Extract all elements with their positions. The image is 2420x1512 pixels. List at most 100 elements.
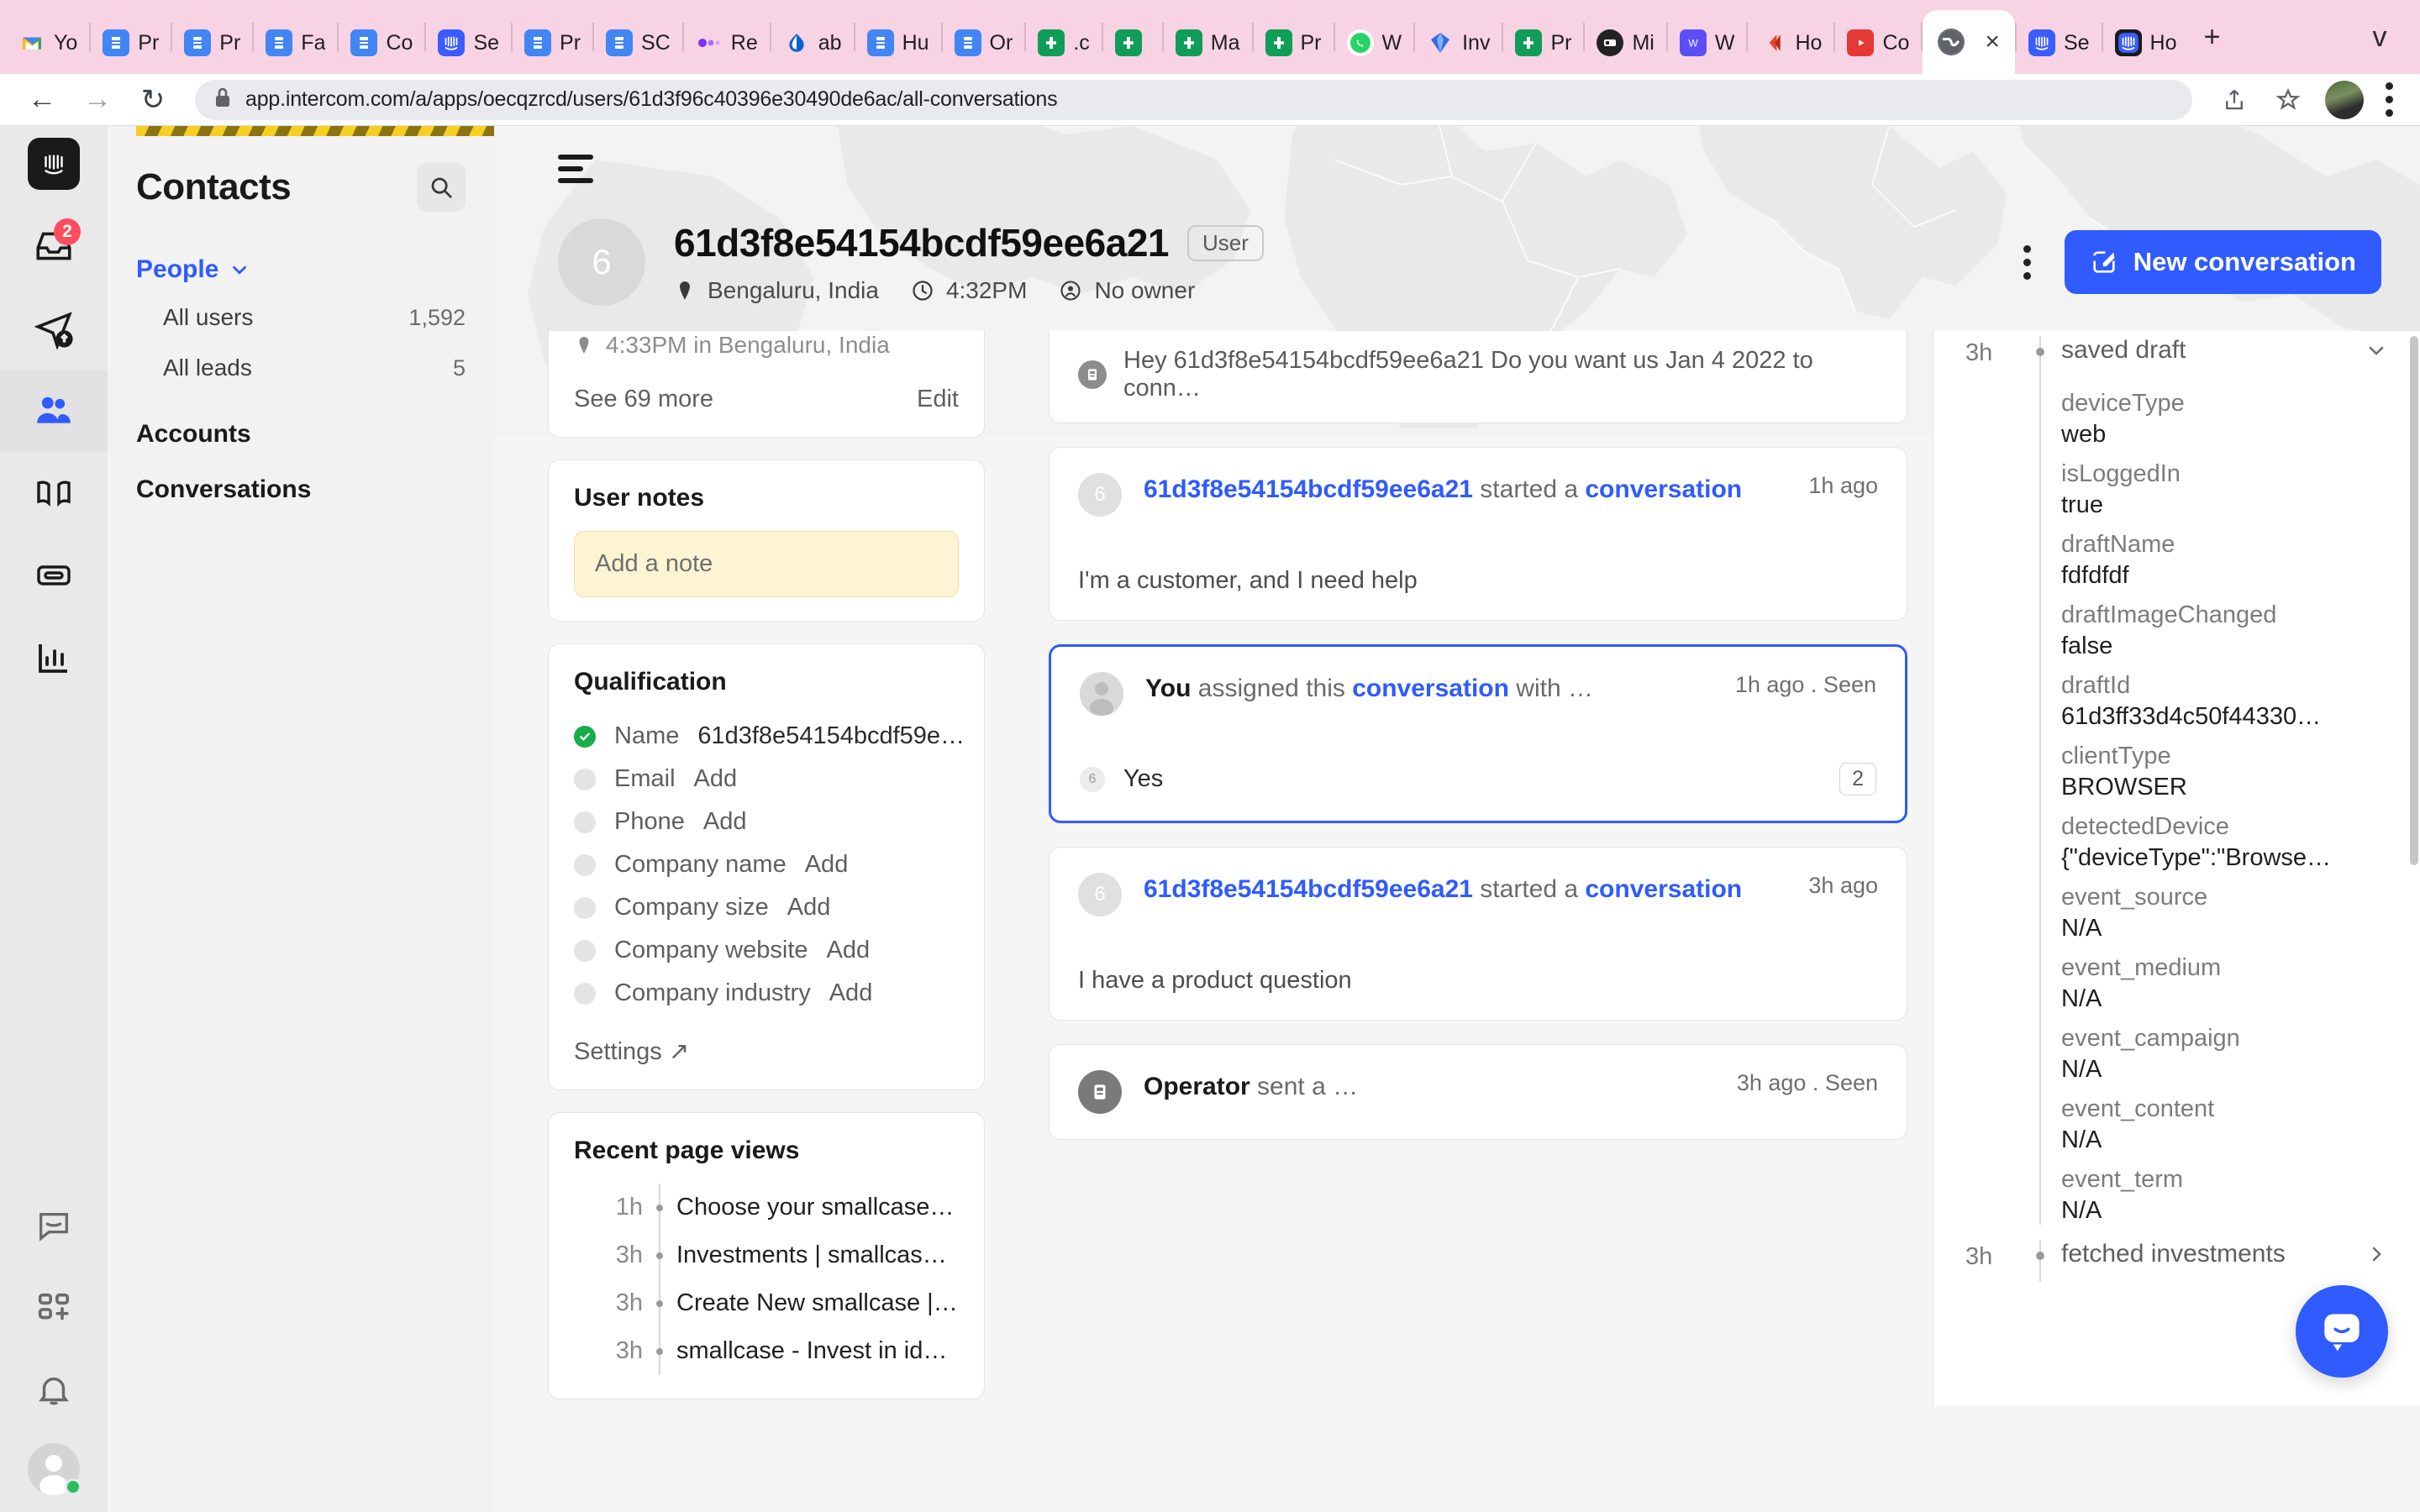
browser-tab[interactable]: Hu xyxy=(855,12,941,74)
conversation-card[interactable]: Operator sent a … 3h ago . Seen xyxy=(1049,1044,1907,1140)
browser-tab-active[interactable]: × xyxy=(1923,10,2015,74)
qualification-row[interactable]: Company website Add xyxy=(574,929,959,972)
qualification-row[interactable]: Phone Add xyxy=(574,801,959,843)
browser-tab[interactable]: SC xyxy=(594,12,682,74)
attr-group-header[interactable]: saved draft xyxy=(2061,336,2388,378)
conversation-link[interactable]: conversation xyxy=(1585,875,1742,903)
sidebar-item-outbound[interactable] xyxy=(15,299,92,358)
search-button[interactable] xyxy=(417,163,466,212)
qualification-row[interactable]: Company size Add xyxy=(574,886,959,929)
qualification-row[interactable]: Email Add xyxy=(574,758,959,801)
conversation-link[interactable]: conversation xyxy=(1585,475,1742,503)
sidebar-item-articles[interactable] xyxy=(15,464,92,522)
conversation-summary: 61d3f8e54154bcdf59ee6a21 started a conve… xyxy=(1144,873,1786,906)
star-icon[interactable] xyxy=(2263,75,2313,125)
sidebar-item-notifications[interactable] xyxy=(15,1361,92,1420)
attribute-value: N/A xyxy=(2061,1126,2102,1153)
browser-tab[interactable]: Pr xyxy=(91,12,171,74)
more-options-icon[interactable] xyxy=(2013,235,2041,290)
intercom-logo[interactable] xyxy=(28,138,80,190)
conversation-card[interactable]: 6 61d3f8e54154bcdf59ee6a21 started a conv… xyxy=(1049,447,1907,621)
browser-tab[interactable]: W xyxy=(1335,12,1414,74)
chevron-down-icon[interactable] xyxy=(2365,339,2388,362)
close-icon[interactable]: × xyxy=(1985,28,2000,56)
browser-tab[interactable] xyxy=(1103,12,1162,74)
browser-tab[interactable]: ab xyxy=(771,12,854,74)
qualification-row[interactable]: Name 61d3f8e54154bcdf59e… xyxy=(574,715,965,758)
sidebar-item-messenger[interactable] xyxy=(15,546,92,605)
qualification-add-link[interactable]: Add xyxy=(787,894,831,921)
qualification-row[interactable]: Company industry Add xyxy=(574,972,959,1015)
browser-tab[interactable]: Pr xyxy=(513,12,592,74)
contacts-group-conversations[interactable]: Conversations xyxy=(136,475,466,504)
tab-label: W xyxy=(1714,30,1735,55)
attributes-scrollbar[interactable] xyxy=(2410,336,2418,865)
browser-tab[interactable]: Pr xyxy=(1254,12,1334,74)
sidebar-item-all-leads[interactable]: All leads 5 xyxy=(136,343,466,393)
browser-tab[interactable]: Inv xyxy=(1415,12,1502,74)
clipped-message-card[interactable]: Hey 61d3f8e54154bcdf59ee6a21 Do you want… xyxy=(1049,331,1907,423)
contacts-group-accounts[interactable]: Accounts xyxy=(136,420,466,449)
chevron-right-icon[interactable] xyxy=(2365,1242,2388,1266)
attribute-key: draftId xyxy=(2061,672,2131,699)
back-button[interactable]: ← xyxy=(17,75,67,125)
qualification-row[interactable]: Company name Add xyxy=(574,843,959,886)
hamburger-icon[interactable] xyxy=(558,155,593,183)
sidebar-item-reports[interactable] xyxy=(15,628,92,687)
page-view-row[interactable]: 3h Create New smallcase | s… xyxy=(582,1279,959,1327)
browser-tab[interactable]: Or xyxy=(943,12,1025,74)
sidebar-item-apps[interactable] xyxy=(15,1278,92,1337)
conversation-actor-link[interactable]: 61d3f8e54154bcdf59ee6a21 xyxy=(1144,875,1473,903)
browser-tab[interactable]: Pr xyxy=(172,12,252,74)
profile-avatar[interactable] xyxy=(2325,80,2364,119)
conversation-card-selected[interactable]: You assigned this conversation with … 1h … xyxy=(1049,644,1907,823)
address-bar[interactable]: app.intercom.com/a/apps/oecqzrcd/users/6… xyxy=(195,79,2192,120)
browser-tab[interactable]: Pr xyxy=(1503,12,1583,74)
browser-tab[interactable]: Mi xyxy=(1585,12,1665,74)
page-view-row[interactable]: 3h Investments | smallcase -… xyxy=(582,1231,959,1279)
qualification-add-link[interactable]: Add xyxy=(703,808,747,836)
current-user-avatar[interactable] xyxy=(28,1443,82,1495)
browser-tab[interactable]: Co xyxy=(339,12,424,74)
conversation-card[interactable]: 6 61d3f8e54154bcdf59ee6a21 started a conv… xyxy=(1049,847,1907,1021)
tab-list-chevron-icon[interactable]: v xyxy=(2356,13,2403,60)
see-more-link[interactable]: See 69 more xyxy=(574,386,713,413)
conversation-link[interactable]: conversation xyxy=(1352,675,1509,702)
qualification-settings-link[interactable]: Settings ↗ xyxy=(574,1037,959,1066)
page-view-row[interactable]: 3h smallcase - Invest in ideas xyxy=(582,1327,959,1375)
empty-dot-icon xyxy=(574,939,596,962)
new-conversation-button[interactable]: New conversation xyxy=(2064,230,2381,294)
browser-tab[interactable]: .c xyxy=(1026,12,1101,74)
browser-tab[interactable]: Yo xyxy=(7,12,89,74)
browser-tab[interactable]: WW xyxy=(1668,12,1747,74)
qualification-add-link[interactable]: Add xyxy=(805,851,849,879)
sidebar-item-inbox[interactable]: 2 xyxy=(15,217,92,276)
new-tab-button[interactable]: + xyxy=(2189,13,2236,60)
browser-tab[interactable]: Se xyxy=(426,12,511,74)
browser-tab[interactable]: Fa xyxy=(254,12,337,74)
next-group-header[interactable]: fetched investments xyxy=(2061,1240,2388,1282)
qualification-add-link[interactable]: Add xyxy=(827,937,871,964)
browser-tab[interactable]: Ma xyxy=(1164,12,1252,74)
reload-button[interactable]: ↻ xyxy=(128,75,178,125)
sidebar-item-all-users[interactable]: All users 1,592 xyxy=(136,292,466,343)
browser-tab[interactable]: Re xyxy=(684,12,770,74)
browser-tab[interactable]: Ho xyxy=(2103,12,2189,74)
share-icon[interactable] xyxy=(2209,75,2260,125)
sidebar-item-help[interactable] xyxy=(15,1196,92,1255)
browser-menu-icon[interactable] xyxy=(2375,72,2403,127)
conversation-actor-link[interactable]: 61d3f8e54154bcdf59ee6a21 xyxy=(1144,475,1473,503)
qualification-add-link[interactable]: Add xyxy=(829,979,873,1007)
browser-tab[interactable]: Se xyxy=(2017,12,2102,74)
page-view-row[interactable]: 1h Choose your smallcase | … xyxy=(582,1184,959,1231)
add-note-input[interactable]: Add a note xyxy=(574,531,959,597)
contacts-group-people[interactable]: People xyxy=(136,255,466,284)
intercom-messenger-icon[interactable] xyxy=(2296,1285,2388,1378)
timeline-dot xyxy=(643,1289,676,1317)
browser-tab[interactable]: Ho xyxy=(1748,12,1833,74)
qualification-add-link[interactable]: Add xyxy=(694,765,738,793)
sidebar-item-contacts[interactable] xyxy=(0,370,108,452)
edit-link[interactable]: Edit xyxy=(917,386,959,413)
browser-tab[interactable]: Co xyxy=(1835,12,1921,74)
forward-button[interactable]: → xyxy=(72,75,123,125)
